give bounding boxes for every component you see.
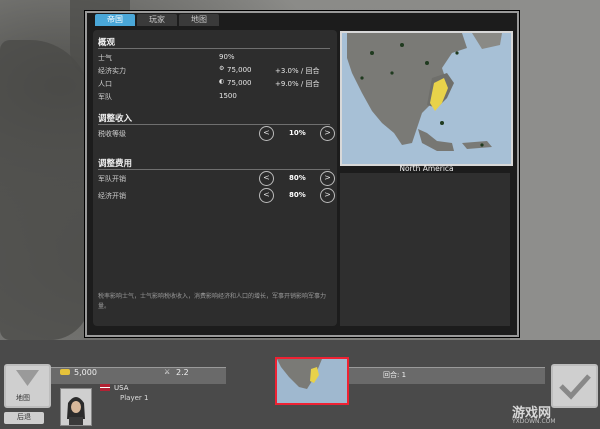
checkmark-icon (559, 374, 591, 400)
population-label: 人口 (98, 80, 112, 88)
military-increase-button[interactable]: > (320, 171, 335, 186)
map-button-label: 地图 (16, 394, 30, 402)
avatar (61, 389, 91, 425)
map-caption: North America (399, 164, 454, 173)
map-mode-button[interactable]: 地图 (4, 364, 51, 408)
tax-decrease-button[interactable]: < (259, 126, 274, 141)
usa-flag-icon (100, 384, 110, 391)
income-title: 调整收入 (98, 114, 133, 124)
help-note: 税率影响士气，士气影响税收收入，消费影响经济和人口的增长，军事开销影响军事力量。 (98, 293, 327, 310)
divider (98, 48, 330, 49)
watermark-url: YXDOWN.COM (512, 418, 556, 425)
minimap[interactable] (275, 357, 349, 405)
tax-increase-button[interactable]: > (320, 126, 335, 141)
economy-increase-button[interactable]: > (320, 188, 335, 203)
map-info-panel (340, 173, 510, 326)
economy-label: 经济实力 (98, 67, 126, 75)
expense-title: 调整费用 (98, 159, 133, 169)
tax-label: 税收等级 (98, 130, 126, 138)
minimap-north-america[interactable] (340, 31, 513, 166)
sword-icon: ⚔ (164, 368, 171, 376)
military-spend-value: 80% (289, 174, 306, 182)
turn-counter: 回合: 1 (383, 371, 407, 379)
gold-amount: 5,000 (74, 368, 97, 377)
army-label: 军队 (98, 93, 112, 101)
economy-value: 75,000 (227, 66, 252, 74)
army-value: 1500 (219, 92, 237, 100)
population-value: 75,000 (227, 79, 252, 87)
stats-panel: 概观 士气 90% 经济实力 ⚙ 75,000 +3.0% / 回合 人口 ◐ … (93, 30, 337, 326)
triangle-down-icon (16, 370, 39, 386)
tab-player[interactable]: 玩家 (137, 14, 177, 26)
country-name: USA (114, 384, 129, 392)
military-spend-label: 军队开销 (98, 175, 126, 183)
economy-delta: +3.0% / 回合 (275, 67, 320, 75)
minimap-view (277, 359, 322, 389)
leader-portrait[interactable] (60, 388, 92, 426)
economy-decrease-button[interactable]: < (259, 188, 274, 203)
overview-title: 概观 (98, 38, 116, 48)
empire-dialog: 帝国 玩家 地图 概观 士气 90% 经济实力 ⚙ 75,000 +3.0% /… (85, 11, 519, 337)
divider (98, 169, 330, 170)
economy-spend-value: 80% (289, 191, 306, 199)
tab-empire[interactable]: 帝国 (95, 14, 135, 26)
north-america-map (342, 33, 511, 164)
strength-value: 2.2 (176, 368, 189, 377)
tab-map[interactable]: 地图 (179, 14, 219, 26)
morale-label: 士气 (98, 54, 112, 62)
economy-spend-label: 经济开销 (98, 192, 126, 200)
background-right (510, 0, 600, 340)
population-icon: ◐ (219, 78, 225, 85)
tab-bar: 帝国 玩家 地图 (95, 14, 219, 26)
morale-value: 90% (219, 53, 235, 61)
gold-icon (60, 369, 70, 375)
background-landmass (0, 40, 90, 340)
coin-icon: ⚙ (219, 65, 225, 72)
tax-value: 10% (289, 129, 306, 137)
divider (98, 124, 330, 125)
end-turn-button[interactable] (551, 364, 598, 408)
resource-bar-right (345, 367, 545, 384)
population-delta: +9.0% / 回合 (275, 80, 320, 88)
back-button[interactable]: 后退 (4, 412, 44, 424)
military-decrease-button[interactable]: < (259, 171, 274, 186)
player-name: Player 1 (120, 394, 149, 402)
